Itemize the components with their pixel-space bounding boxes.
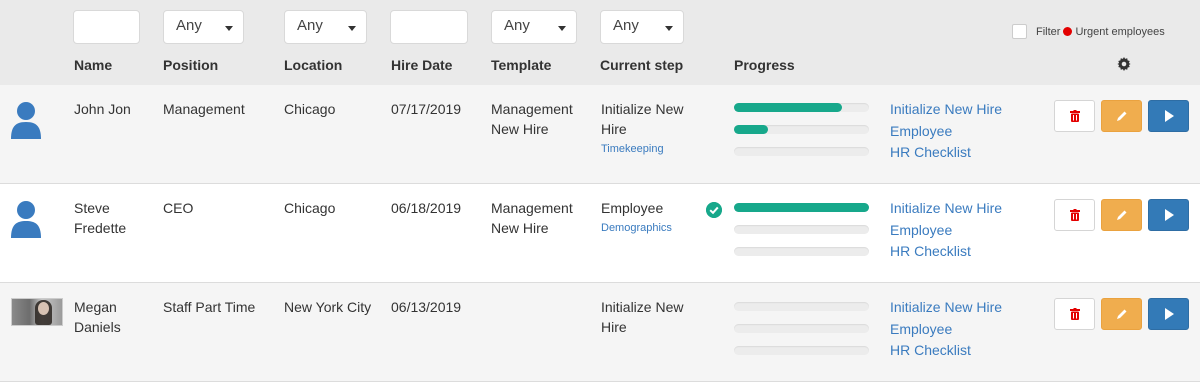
edit-button[interactable]	[1101, 199, 1142, 231]
column-header-template[interactable]: Template	[491, 57, 551, 73]
hire-date-filter-input[interactable]	[390, 10, 468, 44]
delete-button[interactable]	[1054, 100, 1095, 132]
current-substep-link[interactable]: Timekeeping	[601, 139, 683, 159]
workflow-link[interactable]: HR Checklist	[890, 241, 1002, 263]
edit-button[interactable]	[1101, 298, 1142, 330]
current-substep-link[interactable]: Demographics	[601, 218, 672, 238]
location-filter-select[interactable]: Any	[284, 10, 367, 44]
caret-down-icon	[558, 26, 566, 31]
progress-bar	[734, 147, 869, 156]
employee-name[interactable]: Steve Fredette	[74, 198, 126, 238]
column-header-current-step[interactable]: Current step	[600, 57, 683, 73]
template-cell: Management New Hire	[491, 200, 573, 236]
workflow-link[interactable]: HR Checklist	[890, 340, 1002, 362]
progress-bar	[734, 247, 869, 256]
template-filter-value: Any	[504, 17, 530, 34]
location-filter-value: Any	[297, 17, 323, 34]
current-step-filter-select[interactable]: Any	[600, 10, 684, 44]
pencil-icon	[1116, 111, 1126, 121]
hire-date-cell: 06/13/2019	[391, 299, 462, 315]
user-avatar-icon	[11, 102, 41, 139]
caret-down-icon	[665, 26, 673, 31]
location-cell: New York City	[284, 299, 372, 315]
delete-button[interactable]	[1054, 199, 1095, 231]
position-cell: CEO	[163, 200, 194, 216]
employee-name[interactable]: John Jon	[74, 99, 131, 119]
progress-bar	[734, 324, 869, 333]
play-icon	[1164, 308, 1174, 320]
workflow-links: Initialize New Hire Employee HR Checklis…	[890, 297, 1002, 362]
gear-icon[interactable]	[1117, 57, 1131, 71]
employee-name[interactable]: Megan Daniels	[74, 297, 121, 337]
current-step-cell: Initialize New Hire	[601, 299, 684, 335]
pencil-icon	[1116, 210, 1126, 220]
trash-icon	[1069, 209, 1080, 221]
workflow-link[interactable]: Initialize New Hire	[890, 99, 1002, 121]
workflow-link[interactable]: Employee	[890, 319, 1002, 341]
location-cell: Chicago	[284, 200, 336, 216]
trash-icon	[1069, 308, 1080, 320]
column-header-name[interactable]: Name	[74, 57, 112, 73]
workflow-link[interactable]: Initialize New Hire	[890, 297, 1002, 319]
urgent-dot-icon	[1063, 27, 1073, 36]
column-header-position[interactable]: Position	[163, 57, 218, 73]
play-icon	[1164, 110, 1174, 122]
progress-bar	[734, 125, 869, 134]
workflow-links: Initialize New Hire Employee HR Checklis…	[890, 99, 1002, 164]
workflow-link[interactable]: Initialize New Hire	[890, 198, 1002, 220]
current-step-cell: Initialize New Hire Timekeeping	[601, 99, 683, 159]
play-button[interactable]	[1148, 298, 1189, 330]
hire-date-cell: 07/17/2019	[391, 101, 462, 117]
table-header: Any Any Any Any Filter Urgent employees …	[0, 0, 1200, 85]
urgent-filter-prefix: Filter	[1036, 25, 1061, 38]
column-header-progress: Progress	[734, 57, 795, 73]
location-cell: Chicago	[284, 101, 336, 117]
progress-bar	[734, 203, 869, 212]
position-filter-select[interactable]: Any	[163, 10, 244, 44]
pencil-icon	[1116, 309, 1126, 319]
progress-bar	[734, 302, 869, 311]
play-icon	[1164, 209, 1174, 221]
workflow-links: Initialize New Hire Employee HR Checklis…	[890, 198, 1002, 263]
workflow-link[interactable]: HR Checklist	[890, 142, 1002, 164]
current-step-cell: Employee Demographics	[601, 198, 672, 238]
workflow-link[interactable]: Employee	[890, 121, 1002, 143]
edit-button[interactable]	[1101, 100, 1142, 132]
name-filter-input[interactable]	[73, 10, 140, 44]
table-row[interactable]: Steve Fredette CEO Chicago 06/18/2019 Ma…	[0, 184, 1200, 283]
hire-date-cell: 06/18/2019	[391, 200, 462, 216]
urgent-filter-label: Urgent employees	[1075, 25, 1165, 38]
column-header-location[interactable]: Location	[284, 57, 342, 73]
template-filter-select[interactable]: Any	[491, 10, 577, 44]
employee-photo	[11, 298, 63, 326]
position-cell: Management	[163, 101, 245, 117]
progress-bar	[734, 346, 869, 355]
template-cell: Management New Hire	[491, 101, 573, 137]
current-step-filter-value: Any	[613, 17, 639, 34]
urgent-filter-checkbox[interactable]	[1012, 24, 1027, 39]
table-row[interactable]: John Jon Management Chicago 07/17/2019 M…	[0, 85, 1200, 184]
delete-button[interactable]	[1054, 298, 1095, 330]
play-button[interactable]	[1148, 100, 1189, 132]
progress-bar	[734, 103, 869, 112]
check-circle-icon	[706, 202, 722, 218]
user-avatar-icon	[11, 201, 41, 238]
play-button[interactable]	[1148, 199, 1189, 231]
workflow-link[interactable]: Employee	[890, 220, 1002, 242]
caret-down-icon	[348, 26, 356, 31]
column-header-hire-date[interactable]: Hire Date	[391, 57, 452, 73]
progress-bar	[734, 225, 869, 234]
table-row[interactable]: Megan Daniels Staff Part Time New York C…	[0, 283, 1200, 382]
trash-icon	[1069, 110, 1080, 122]
position-filter-value: Any	[176, 17, 202, 34]
urgent-filter: Filter Urgent employees	[1012, 24, 1165, 39]
position-cell: Staff Part Time	[163, 299, 256, 315]
caret-down-icon	[225, 26, 233, 31]
